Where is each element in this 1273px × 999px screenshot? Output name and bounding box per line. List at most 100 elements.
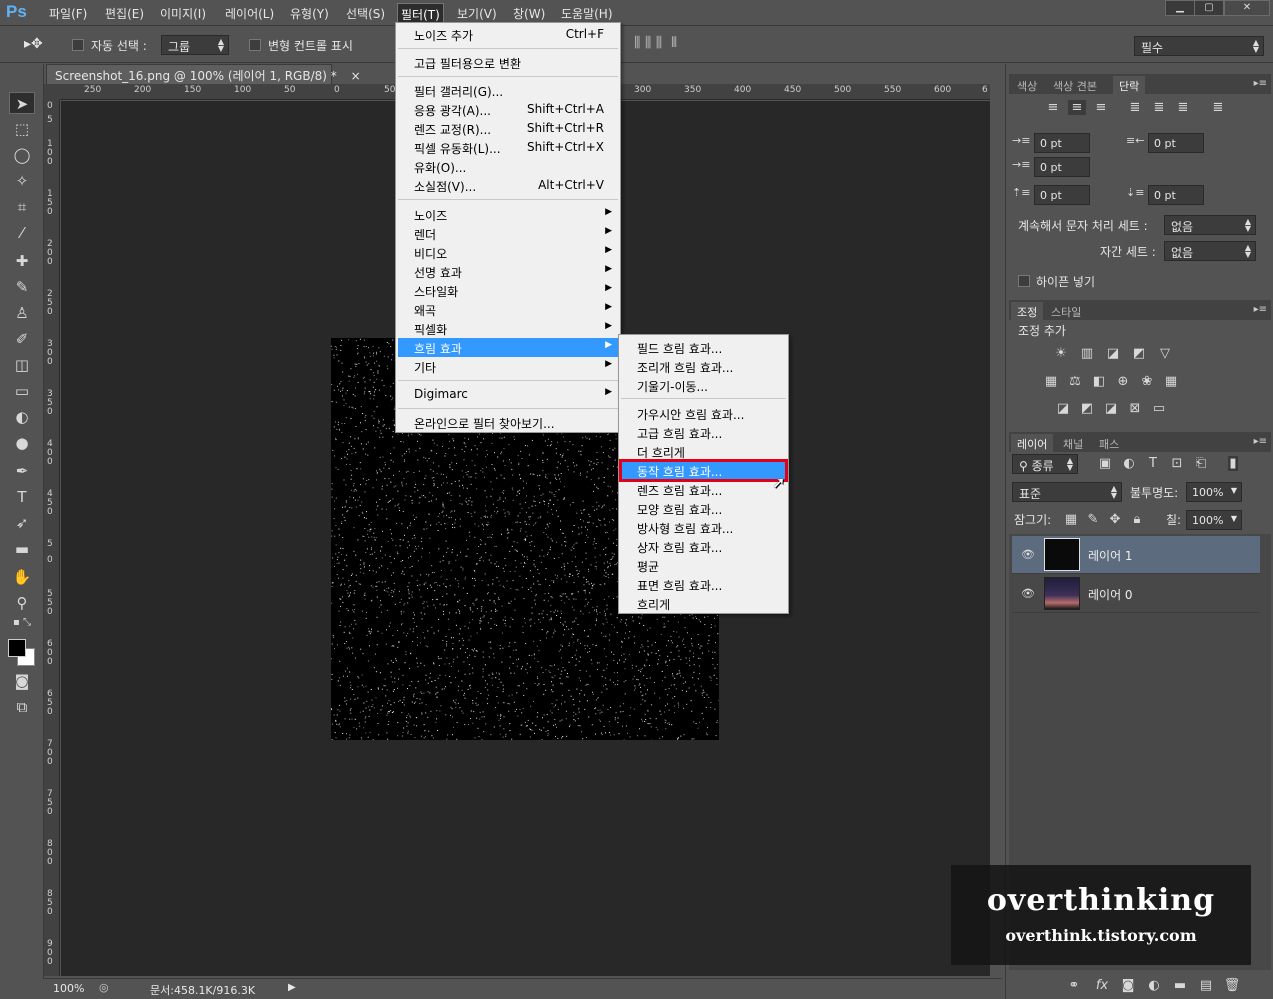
eraser-tool-icon[interactable]: ◫ [9, 354, 35, 376]
black-white-icon[interactable]: ◧ [1090, 374, 1108, 389]
menu-item-sharpen[interactable]: 선명 효과 ▶ [398, 262, 618, 281]
submenu-item-lens-blur[interactable]: 렌즈 흐림 효과... [621, 480, 786, 499]
history-brush-tool-icon[interactable]: ✐ [9, 328, 35, 350]
blur-tool-icon[interactable]: ◐ [9, 406, 35, 428]
zoom-level[interactable]: 100% [53, 982, 84, 995]
justify-left-icon[interactable]: ≣ [1126, 100, 1144, 115]
auto-select-checkbox[interactable] [72, 39, 84, 51]
layer-row-0[interactable]: 👁︎ 레이어 0 [1012, 575, 1260, 613]
menu-type[interactable]: 유형(Y) [290, 5, 329, 22]
menu-item-browse-filters-online[interactable]: 온라인으로 필터 찾아보기... [398, 413, 618, 432]
submenu-item-blur[interactable]: 흐리게 [621, 594, 786, 613]
layer-style-icon[interactable]: fx [1093, 978, 1111, 993]
filter-type-icon[interactable]: T [1144, 456, 1162, 471]
brightness-icon[interactable]: ☀ [1052, 346, 1070, 361]
opacity-field[interactable]: 100% ▼ [1186, 482, 1242, 502]
magic-wand-tool-icon[interactable]: ✧ [9, 170, 35, 192]
new-layer-icon[interactable]: ▤ [1197, 978, 1215, 993]
panel-menu-icon[interactable]: ▸≡ [1254, 304, 1267, 315]
justify-all-icon[interactable]: ≣ [1209, 100, 1227, 115]
first-line-indent-field[interactable]: 0 pt [1034, 157, 1090, 177]
lasso-tool-icon[interactable]: ◯ [9, 144, 35, 166]
submenu-item-iris-blur[interactable]: 조리개 흐림 효과... [621, 357, 786, 376]
auto-select-dropdown[interactable]: 그룹 ▲ ▼ [161, 35, 229, 55]
healing-brush-tool-icon[interactable]: ✚ [9, 250, 35, 272]
lock-pixels-icon[interactable]: ✎ [1084, 512, 1102, 527]
submenu-item-average[interactable]: 평균 [621, 556, 786, 575]
crop-tool-icon[interactable]: ⌗ [9, 196, 35, 218]
invert-icon[interactable]: ◪ [1054, 401, 1072, 416]
gradient-map-icon[interactable]: ▭ [1150, 401, 1168, 416]
photo-filter-icon[interactable]: ⊕ [1114, 374, 1132, 389]
link-layers-icon[interactable]: ⚭ [1065, 978, 1083, 993]
hand-tool-icon[interactable]: ✋ [9, 566, 35, 588]
menu-window[interactable]: 창(W) [513, 5, 545, 22]
marquee-tool-icon[interactable]: ⬚ [9, 118, 35, 140]
lock-position-icon[interactable]: ✥ [1106, 512, 1124, 527]
new-group-icon[interactable]: ▬ [1171, 978, 1189, 993]
dodge-tool-icon[interactable]: ● [9, 432, 35, 454]
menu-item-pixelate[interactable]: 픽셀화 ▶ [398, 319, 618, 338]
menu-item-convert-smart-filters[interactable]: 고급 필터용으로 변환 [398, 53, 618, 72]
color-balance-icon[interactable]: ⚖ [1066, 374, 1084, 389]
kinsoku-select[interactable]: 없음 ▲ ▼ [1164, 215, 1256, 235]
mojikumi-select[interactable]: 없음 ▲ ▼ [1164, 241, 1256, 261]
submenu-item-smart-blur[interactable]: 고급 흐림 효과... [621, 423, 786, 442]
quick-mask-icon[interactable]: ◙ [9, 670, 35, 692]
submenu-item-box-blur[interactable]: 상자 흐림 효과... [621, 537, 786, 556]
filter-adjustment-icon[interactable]: ◐ [1120, 456, 1138, 471]
new-adjustment-icon[interactable]: ◐ [1145, 978, 1163, 993]
threshold-icon[interactable]: ◪ [1102, 401, 1120, 416]
close-button[interactable]: ✕ [1224, 0, 1270, 16]
indent-left-field[interactable]: 0 pt [1034, 133, 1090, 153]
tab-paths[interactable]: 패스 [1093, 434, 1125, 452]
screen-mode-icon[interactable]: ⧉ [9, 696, 35, 718]
status-menu-arrow-icon[interactable]: ▶ [288, 982, 296, 993]
panel-menu-icon[interactable]: ▸≡ [1254, 436, 1267, 447]
menu-layer[interactable]: 레이어(L) [225, 5, 274, 22]
tab-adjustments[interactable]: 조정 [1011, 302, 1044, 320]
levels-icon[interactable]: ▥ [1078, 346, 1096, 361]
submenu-item-surface-blur[interactable]: 표면 흐림 효과... [621, 575, 786, 594]
transform-controls-checkbox[interactable] [249, 39, 261, 51]
move-tool-icon[interactable]: ➤ [9, 92, 35, 114]
menu-item-filter-gallery[interactable]: 필터 갤러리(G)... [398, 81, 618, 100]
menu-image[interactable]: 이미지(I) [160, 5, 206, 22]
align-center-icon[interactable]: ≡ [1068, 100, 1086, 115]
rectangle-tool-icon[interactable]: ▬ [9, 538, 35, 560]
vibrance-icon[interactable]: ▽ [1156, 346, 1174, 361]
visibility-eye-icon[interactable]: 👁︎ [1021, 548, 1035, 561]
curves-icon[interactable]: ◪ [1104, 346, 1122, 361]
submenu-item-tilt-shift[interactable]: 기울기-이동... [621, 376, 786, 395]
menu-item-noise[interactable]: 노이즈 ▶ [398, 205, 618, 224]
lock-transparent-icon[interactable]: ▦ [1062, 512, 1080, 527]
tab-layers[interactable]: 레이어 [1011, 434, 1054, 452]
space-after-field[interactable]: 0 pt [1148, 185, 1204, 205]
workspace-select[interactable]: 필수 ▲ ▼ [1134, 36, 1264, 56]
menu-view[interactable]: 보기(V) [457, 5, 497, 22]
filter-pixel-icon[interactable]: ▣ [1096, 456, 1114, 471]
submenu-item-gaussian-blur[interactable]: 가우시안 흐림 효과... [621, 404, 786, 423]
space-before-field[interactable]: 0 pt [1034, 185, 1090, 205]
selective-color-icon[interactable]: ⊠ [1126, 401, 1144, 416]
menu-help[interactable]: 도움말(H) [561, 5, 613, 22]
menu-item-add-noise[interactable]: 노이즈 추가 Ctrl+F [398, 25, 618, 44]
submenu-item-shape-blur[interactable]: 모양 흐림 효과... [621, 499, 786, 518]
menu-item-lens-correction[interactable]: 렌즈 교정(R)... Shift+Ctrl+R [398, 119, 618, 138]
menu-item-blur[interactable]: 흐림 효과 ▶ [398, 338, 618, 357]
eyedropper-tool-icon[interactable]: ⁄ [9, 222, 35, 244]
submenu-item-radial-blur[interactable]: 방사형 흐림 효과... [621, 518, 786, 537]
brush-tool-icon[interactable]: ✎ [9, 276, 35, 298]
layer-filter-kind[interactable]: ⚲ 종류 ▲ ▼ [1012, 454, 1078, 474]
exposure-icon[interactable]: ◩ [1130, 346, 1148, 361]
menu-item-digimarc[interactable]: Digimarc ▶ [398, 385, 618, 404]
menu-item-render[interactable]: 렌더 ▶ [398, 224, 618, 243]
filter-shape-icon[interactable]: ⊡ [1168, 456, 1186, 471]
submenu-item-blur-more[interactable]: 더 흐리게 [621, 442, 786, 461]
menu-item-vanishing-point[interactable]: 소실점(V)... Alt+Ctrl+V [398, 176, 618, 195]
delete-layer-icon[interactable]: 🗑︎ [1223, 978, 1241, 993]
align-right-icon[interactable]: ≡ [1092, 100, 1110, 115]
visibility-eye-icon[interactable]: 👁︎ [1021, 587, 1035, 600]
hue-saturation-icon[interactable]: ▦ [1042, 374, 1060, 389]
posterize-icon[interactable]: ◩ [1078, 401, 1096, 416]
